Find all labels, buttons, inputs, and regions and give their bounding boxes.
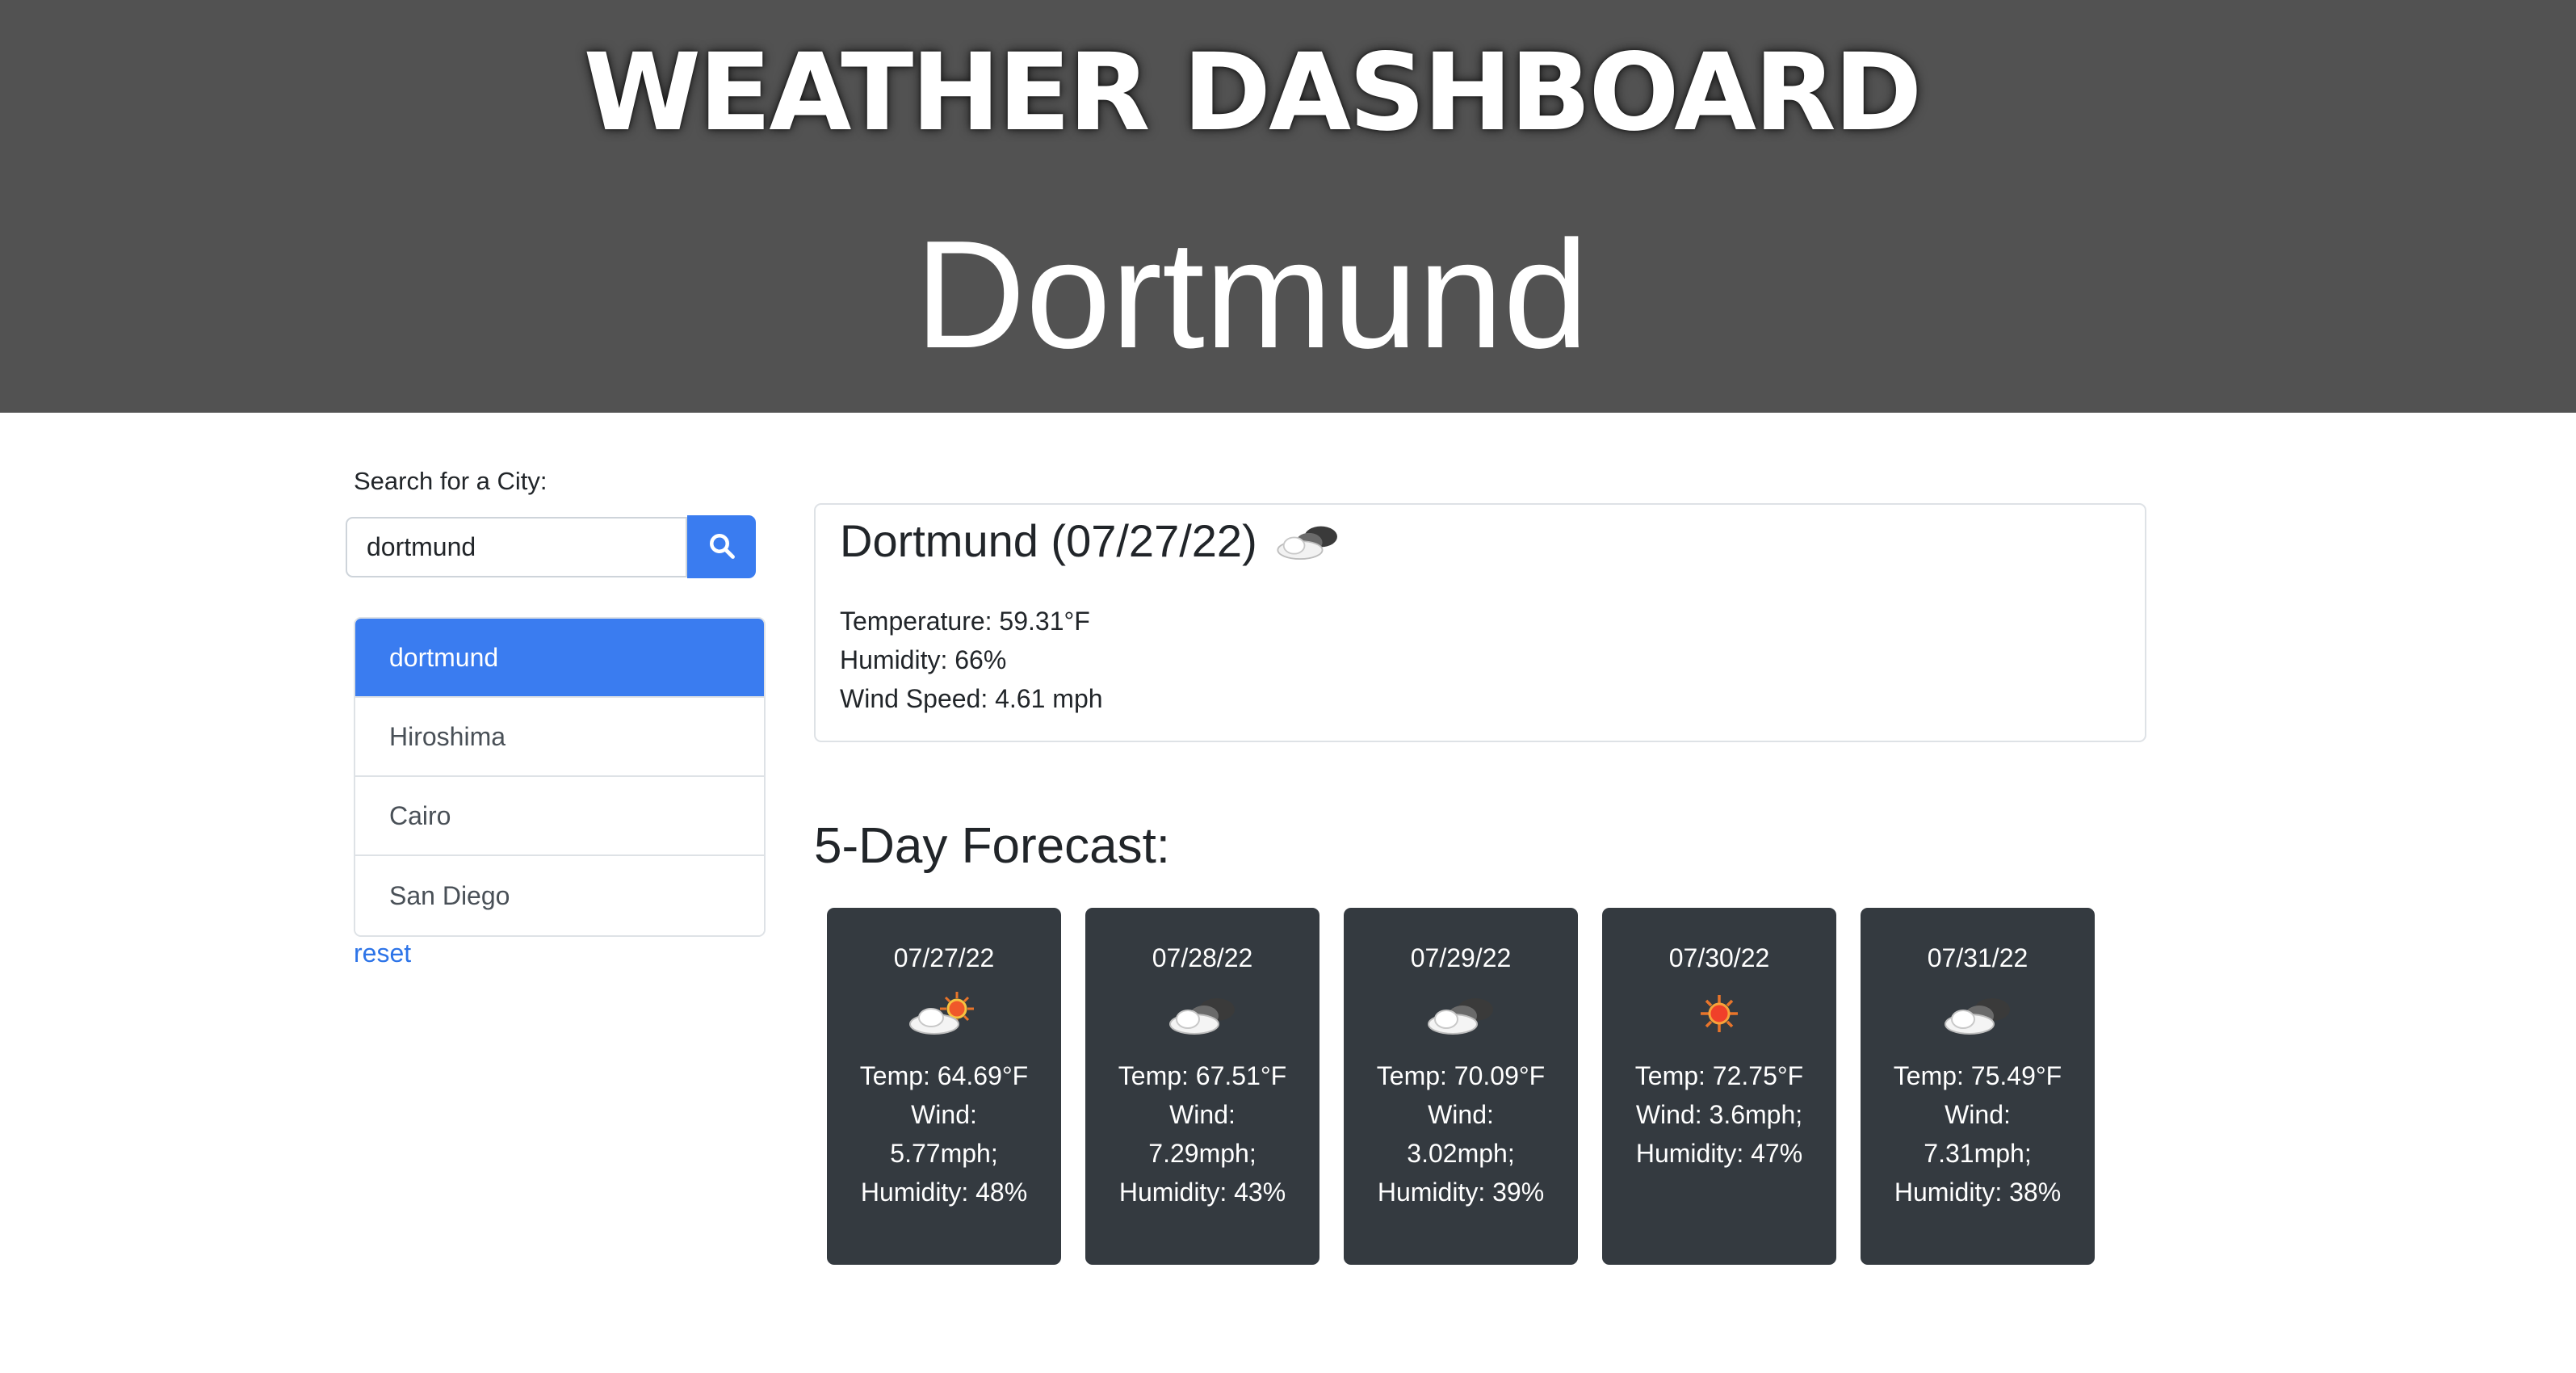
city-heading: Dortmund [914, 209, 1589, 380]
forecast-heading: 5-Day Forecast: [814, 818, 1171, 874]
cloudy-icon [1162, 985, 1243, 1042]
history-item-dortmund[interactable]: dortmund [355, 619, 764, 698]
forecast-date: 07/30/22 [1668, 943, 1770, 972]
forecast-humidity: Humidity: 38% [1894, 1178, 2062, 1207]
search-label: Search for a City: [354, 467, 548, 495]
search-input[interactable] [346, 517, 687, 577]
forecast-card: 07/31/22 Temp: 75.49°F Wind: 7.31mph; Hu… [1861, 908, 2095, 1265]
forecast-temp: Temp: 75.49°F [1893, 1061, 2062, 1090]
forecast-temp: Temp: 70.09°F [1376, 1061, 1546, 1090]
app-title: WEATHER DASHBOARD [583, 31, 1923, 155]
current-humidity: Humidity: 66% [840, 645, 1007, 674]
cloudy-icon [1272, 517, 1346, 565]
forecast-card: 07/29/22 Temp: 70.09°F Wind: 3.02mph; Hu… [1344, 908, 1578, 1265]
forecast-wind-value: Humidity: 47% [1635, 1139, 1803, 1168]
forecast-wind-label: Wind: [1428, 1100, 1494, 1129]
sunny-icon [1679, 985, 1760, 1042]
forecast-humidity: Humidity: 39% [1377, 1178, 1545, 1207]
forecast-wind-label: Wind: [911, 1100, 977, 1129]
forecast-humidity: Humidity: 48% [860, 1178, 1028, 1207]
forecast-temp: Temp: 72.75°F [1634, 1061, 1804, 1090]
forecast-wind-label: Wind: [1945, 1100, 2011, 1129]
search-history-list: dortmund Hiroshima Cairo San Diego [354, 617, 766, 937]
current-temperature: Temperature: 59.31°F [840, 607, 1090, 636]
current-weather-title: Dortmund (07/27/22) [840, 515, 1257, 566]
forecast-temp: Temp: 64.69°F [859, 1061, 1029, 1090]
forecast-card: 07/28/22 Temp: 67.51°F Wind: 7.29mph; Hu… [1085, 908, 1319, 1265]
forecast-card: 07/27/22 Temp: 64.69°F Wind: 5.77mph; Hu… [827, 908, 1061, 1265]
reset-link[interactable]: reset [354, 938, 411, 968]
current-weather-card: Dortmund (07/27/22) Temperature: 59.31°F… [814, 503, 2146, 742]
forecast-humidity: Humidity: 43% [1118, 1178, 1286, 1207]
forecast-date: 07/28/22 [1152, 943, 1253, 972]
forecast-date: 07/27/22 [893, 943, 995, 972]
forecast-wind-label: Wind: [1169, 1100, 1236, 1129]
search-icon [707, 531, 736, 563]
forecast-wind-label: Wind: 3.6mph; [1635, 1100, 1803, 1129]
search-button[interactable] [687, 515, 756, 578]
history-item-san-diego[interactable]: San Diego [355, 856, 764, 935]
forecast-wind-value: 7.29mph; [1148, 1139, 1257, 1168]
forecast-card: 07/30/22 Temp: 72.75°F Wind: 3.6mph; Hum… [1602, 908, 1836, 1265]
forecast-temp: Temp: 67.51°F [1118, 1061, 1287, 1090]
partly-sunny-icon [904, 985, 984, 1042]
forecast-wind-value: 3.02mph; [1407, 1139, 1515, 1168]
history-item-hiroshima[interactable]: Hiroshima [355, 698, 764, 777]
forecast-date: 07/29/22 [1410, 943, 1512, 972]
header-banner: WEATHER DASHBOARD Dortmund [0, 0, 2576, 413]
cloudy-icon [1937, 985, 2018, 1042]
history-item-cairo[interactable]: Cairo [355, 777, 764, 856]
cloudy-icon [1420, 985, 1501, 1042]
forecast-date: 07/31/22 [1927, 943, 2028, 972]
forecast-wind-value: 5.77mph; [890, 1139, 998, 1168]
forecast-wind-value: 7.31mph; [1924, 1139, 2032, 1168]
current-wind-speed: Wind Speed: 4.61 mph [840, 684, 1103, 713]
